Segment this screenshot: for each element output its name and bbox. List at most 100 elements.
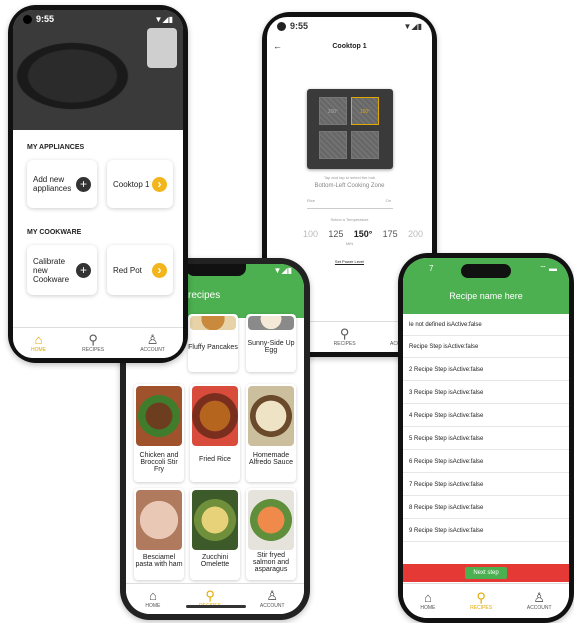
notch bbox=[186, 264, 246, 276]
signal-icons: ▼◢▮ bbox=[273, 266, 292, 275]
recipe-card[interactable]: Zucchini Omelette bbox=[190, 488, 240, 580]
plus-icon[interactable]: + bbox=[76, 176, 91, 192]
zone-name: Bottom-Left Cooking Zone bbox=[314, 183, 385, 189]
header-title: recipes bbox=[188, 290, 221, 301]
nav-account[interactable]: ♙ACCOUNT bbox=[140, 332, 165, 354]
recipe-card[interactable]: Chicken and Broccoli Stir Fry bbox=[134, 384, 184, 482]
list-item[interactable]: Recipe Step isActive:false bbox=[403, 336, 569, 358]
recipe-name: Stir fryed salmon and asparagus bbox=[252, 552, 290, 573]
recipe-name: Fluffy Pancakes bbox=[188, 344, 238, 351]
list-item[interactable]: le not defined isActive:false bbox=[403, 314, 569, 336]
recipe-card[interactable]: Homemade Alfredo Sauce bbox=[246, 384, 296, 482]
nav-account[interactable]: ♙ACCOUNT bbox=[260, 588, 285, 610]
signal-icons: ▼◢▮ bbox=[154, 14, 173, 24]
signal-icons: ⌔ ▬ bbox=[539, 264, 557, 273]
camera-dot bbox=[23, 14, 32, 24]
home-icon: ⌂ bbox=[34, 332, 43, 347]
home-icon: ⌂ bbox=[148, 588, 157, 603]
calibrate-cookware-card[interactable]: Calibrate new Cookware + bbox=[27, 245, 97, 295]
temp-option[interactable]: 175 bbox=[383, 229, 398, 239]
list-item[interactable]: 8 Recipe Step isActive:false bbox=[403, 497, 569, 519]
status-bar: 9:55 ▼◢▮ bbox=[267, 17, 432, 35]
header-bar: 7 ⌔ ▬ Recipe name here bbox=[403, 258, 569, 314]
whisk-icon: ⚲ bbox=[476, 590, 486, 605]
nav-home[interactable]: ⌂HOME bbox=[31, 332, 46, 354]
recipe-name: Sunny-Side Up Egg bbox=[247, 340, 295, 354]
add-appliance-card[interactable]: Add new appliances + bbox=[27, 160, 97, 208]
recipe-card[interactable]: Fried Rice bbox=[190, 384, 240, 482]
recipe-image bbox=[136, 386, 182, 446]
red-pot-card[interactable]: Red Pot › bbox=[107, 245, 173, 295]
nav-recipes[interactable]: ⚲RECIPES bbox=[334, 326, 356, 348]
dynamic-island bbox=[461, 264, 511, 278]
nav-recipes[interactable]: ⚲RECIPES bbox=[82, 333, 104, 354]
list-item[interactable]: 2 Recipe Step isActive:false bbox=[403, 359, 569, 381]
nav-home[interactable]: ⌂HOME bbox=[145, 588, 160, 610]
list-item[interactable]: 7 Recipe Step isActive:false bbox=[403, 474, 569, 496]
recipe-name: Fried Rice bbox=[199, 456, 231, 463]
plus-icon[interactable]: + bbox=[76, 262, 91, 278]
nav-recipes[interactable]: ⚲RECIPES bbox=[470, 590, 492, 612]
temp-option[interactable]: 200 bbox=[408, 229, 423, 239]
recipe-image bbox=[248, 386, 294, 446]
recipe-image bbox=[248, 490, 294, 550]
account-icon: ♙ bbox=[533, 590, 546, 605]
hero-image: 9:55 ▼◢▮ bbox=[13, 10, 183, 130]
recipe-image bbox=[192, 490, 238, 550]
section-cookware: MY COOKWARE bbox=[27, 229, 82, 236]
next-step-button[interactable]: Next step bbox=[465, 567, 507, 579]
card-label: Calibrate new Cookware bbox=[33, 256, 70, 284]
list-item[interactable]: 6 Recipe Step isActive:false bbox=[403, 451, 569, 473]
recipe-name: Chicken and Broccoli Stir Fry bbox=[139, 452, 179, 473]
bottom-nav: ⌂HOME ⚲RECIPES ♙ACCOUNT bbox=[403, 583, 569, 618]
recipe-card[interactable]: Besciamel pasta with ham bbox=[134, 488, 184, 580]
zone-bottom-left[interactable] bbox=[319, 131, 347, 159]
whisk-icon: ⚲ bbox=[339, 326, 350, 341]
temp-option[interactable]: 125 bbox=[328, 229, 343, 239]
temp-option[interactable]: 100 bbox=[303, 229, 318, 239]
recipe-card[interactable]: Stir fryed salmon and asparagus bbox=[246, 488, 296, 580]
list-item[interactable]: 3 Recipe Step isActive:false bbox=[403, 382, 569, 404]
zone-top-right[interactable]: 150° bbox=[351, 97, 379, 125]
temp-option-selected[interactable]: 150° bbox=[354, 229, 373, 239]
home-indicator bbox=[186, 605, 246, 608]
recipe-card[interactable]: Fluffy Pancakes bbox=[188, 314, 238, 372]
section-appliances: MY APPLIANCES bbox=[27, 144, 85, 151]
list-item[interactable]: 5 Recipe Step isActive:false bbox=[403, 428, 569, 450]
nav-account[interactable]: ♙ACCOUNT bbox=[527, 590, 552, 612]
header-title: Recipe name here bbox=[449, 291, 523, 301]
temp-picker[interactable]: 100 125 150° 175 200 bbox=[303, 229, 423, 239]
card-label: Add new appliances bbox=[33, 175, 72, 193]
chevron-right-icon[interactable]: › bbox=[152, 262, 167, 278]
signal-icons: ▼◢▮ bbox=[403, 21, 422, 31]
phone-recipe-steps: 7 ⌔ ▬ Recipe name here le not defined is… bbox=[398, 253, 574, 623]
bottom-nav: ⌂HOME ⚲RECIPES ♙ACCOUNT bbox=[126, 583, 304, 614]
list-item[interactable]: 4 Recipe Step isActive:false bbox=[403, 405, 569, 427]
camera-dot bbox=[277, 21, 286, 31]
recipe-image bbox=[136, 490, 182, 550]
nav-home[interactable]: ⌂HOME bbox=[420, 590, 435, 612]
recipe-image bbox=[192, 386, 238, 446]
status-time: 7 bbox=[429, 264, 434, 273]
recipe-name: Besciamel pasta with ham bbox=[135, 554, 183, 568]
page-title: Cooktop 1 bbox=[332, 43, 367, 50]
recipe-name: Homemade Alfredo Sauce bbox=[249, 452, 293, 466]
home-icon: ⌂ bbox=[423, 590, 432, 605]
bottom-nav: ⌂HOME ⚲RECIPES ♙ACCOUNT bbox=[13, 327, 183, 358]
recipe-card[interactable]: Sunny-Side Up Egg bbox=[246, 314, 296, 372]
zone-top-left[interactable]: 200° bbox=[319, 97, 347, 125]
status-bar: 9:55 ▼◢▮ bbox=[13, 10, 183, 28]
account-icon: ♙ bbox=[146, 332, 159, 347]
status-time: 9:55 bbox=[36, 14, 55, 24]
recipe-image bbox=[190, 316, 236, 330]
whisk-icon: ⚲ bbox=[205, 588, 215, 603]
phone-home: 9:55 ▼◢▮ MY APPLIANCES Add new appliance… bbox=[8, 5, 188, 363]
cooktop-card[interactable]: Cooktop 1 › bbox=[107, 160, 173, 208]
temp-unit: MIN bbox=[345, 241, 354, 246]
cookware-field[interactable]: Rice On bbox=[307, 198, 393, 209]
cooktop-grid: 200° 150° bbox=[307, 89, 393, 169]
chevron-right-icon[interactable]: › bbox=[152, 176, 167, 192]
list-item[interactable]: 9 Recipe Step isActive:false bbox=[403, 520, 569, 542]
zone-bottom-right[interactable] bbox=[351, 131, 379, 159]
account-icon: ♙ bbox=[266, 588, 279, 603]
